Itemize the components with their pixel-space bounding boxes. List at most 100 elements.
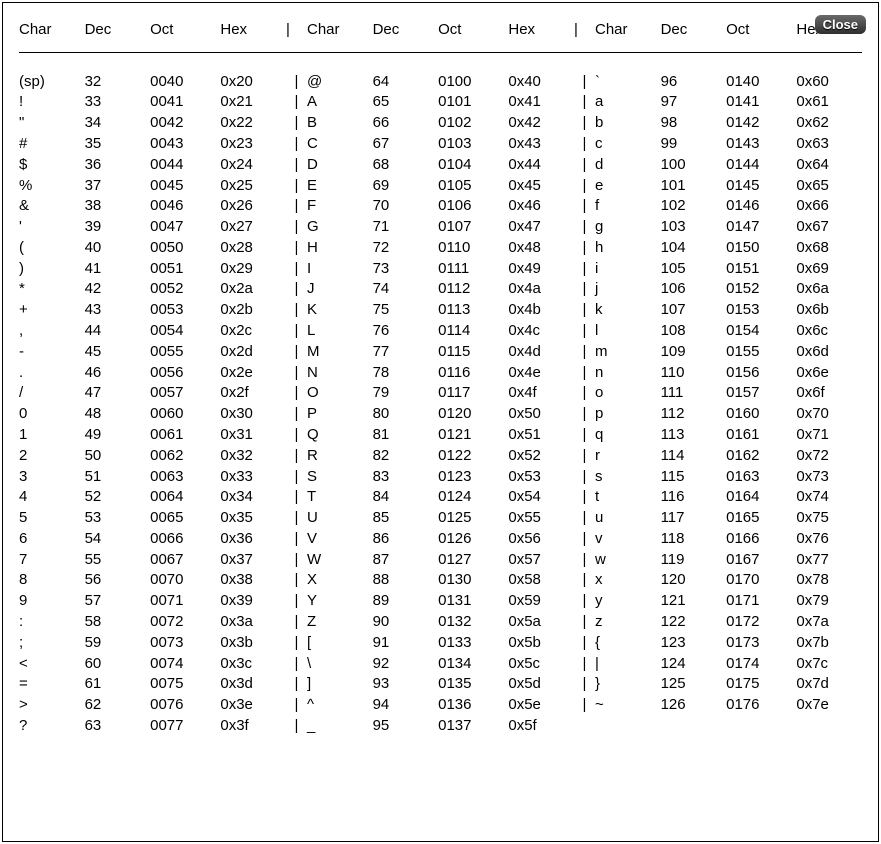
cell-char: } [595,673,661,694]
table-row: =6100750x3d|]9301350x5d|}12501750x7d [19,673,862,694]
cell-char: i [595,258,661,279]
cell-oct: 0100 [438,71,508,92]
cell-char: M [307,341,373,362]
cell-oct: 0152 [726,279,796,300]
cell-char: p [595,403,661,424]
cell-dec: 120 [661,570,727,591]
cell-dec: 116 [661,486,727,507]
cell-oct: 0045 [150,175,220,196]
cell-dec: 110 [661,362,727,383]
cell-oct: 0120 [438,403,508,424]
row-sep: | [574,195,595,216]
cell-char: m [595,341,661,362]
cell-hex: 0x75 [796,507,862,528]
cell-char: 4 [19,486,85,507]
cell-oct: 0175 [726,673,796,694]
table-row: &3800460x26|F7001060x46|f10201460x66 [19,195,862,216]
cell-dec: 59 [85,632,151,653]
row-sep: | [286,362,307,383]
cell-dec: 103 [661,216,727,237]
cell-char: * [19,279,85,300]
table-row: (sp)3200400x20|@6401000x40|`9601400x60 [19,71,862,92]
cell-char: " [19,112,85,133]
cell-hex: 0x58 [508,570,574,591]
cell-hex: 0x47 [508,216,574,237]
cell-hex: 0x46 [508,195,574,216]
cell-hex: 0x7e [796,694,862,715]
cell-hex: 0x71 [796,424,862,445]
cell-char: ] [307,673,373,694]
cell-char: X [307,570,373,591]
row-sep: | [286,590,307,611]
cell-oct: 0125 [438,507,508,528]
close-button[interactable]: Close [815,15,866,34]
cell-dec: 115 [661,466,727,487]
cell-char: Y [307,590,373,611]
cell-oct: 0052 [150,279,220,300]
cell-dec: 86 [373,528,439,549]
cell-hex: 0x6a [796,279,862,300]
cell-hex: 0x26 [220,195,286,216]
cell-hex: 0x5d [508,673,574,694]
cell-hex: 0x23 [220,133,286,154]
cell-dec: 125 [661,673,727,694]
cell-dec: 42 [85,279,151,300]
cell-dec: 85 [373,507,439,528]
cell-char: > [19,694,85,715]
cell-dec: 37 [85,175,151,196]
cell-char: & [19,195,85,216]
row-sep: | [574,279,595,300]
cell-dec: 113 [661,424,727,445]
cell-char: K [307,299,373,320]
row-sep [574,715,595,736]
row-sep: | [286,383,307,404]
cell-oct: 0075 [150,673,220,694]
row-sep: | [574,112,595,133]
cell-char: N [307,362,373,383]
cell-char: / [19,383,85,404]
cell-char: # [19,133,85,154]
cell-dec: 58 [85,611,151,632]
cell-hex: 0x6c [796,320,862,341]
cell-char: ' [19,216,85,237]
cell-hex [796,715,862,736]
row-sep: | [286,528,307,549]
row-sep: | [574,403,595,424]
cell-char: v [595,528,661,549]
cell-dec: 114 [661,445,727,466]
cell-char [595,715,661,736]
cell-char: H [307,237,373,258]
cell-hex: 0x56 [508,528,574,549]
cell-oct: 0160 [726,403,796,424]
cell-char: ? [19,715,85,736]
cell-oct: 0176 [726,694,796,715]
cell-hex: 0x62 [796,112,862,133]
cell-char: q [595,424,661,445]
cell-dec: 38 [85,195,151,216]
cell-dec: 73 [373,258,439,279]
cell-dec: 66 [373,112,439,133]
cell-dec: 119 [661,549,727,570]
cell-dec: 90 [373,611,439,632]
row-sep: | [574,466,595,487]
cell-dec: 60 [85,653,151,674]
cell-oct: 0054 [150,320,220,341]
table-row: ;5900730x3b|[9101330x5b|{12301730x7b [19,632,862,653]
cell-char: Z [307,611,373,632]
cell-hex: 0x68 [796,237,862,258]
cell-char: + [19,299,85,320]
cell-char: C [307,133,373,154]
cell-oct: 0062 [150,445,220,466]
cell-oct: 0115 [438,341,508,362]
cell-oct: 0167 [726,549,796,570]
cell-oct: 0064 [150,486,220,507]
cell-oct: 0113 [438,299,508,320]
cell-hex: 0x44 [508,154,574,175]
cell-hex: 0x7c [796,653,862,674]
cell-oct: 0166 [726,528,796,549]
cell-char: ( [19,237,85,258]
cell-oct: 0156 [726,362,796,383]
cell-dec: 64 [373,71,439,92]
cell-char: T [307,486,373,507]
cell-char: y [595,590,661,611]
